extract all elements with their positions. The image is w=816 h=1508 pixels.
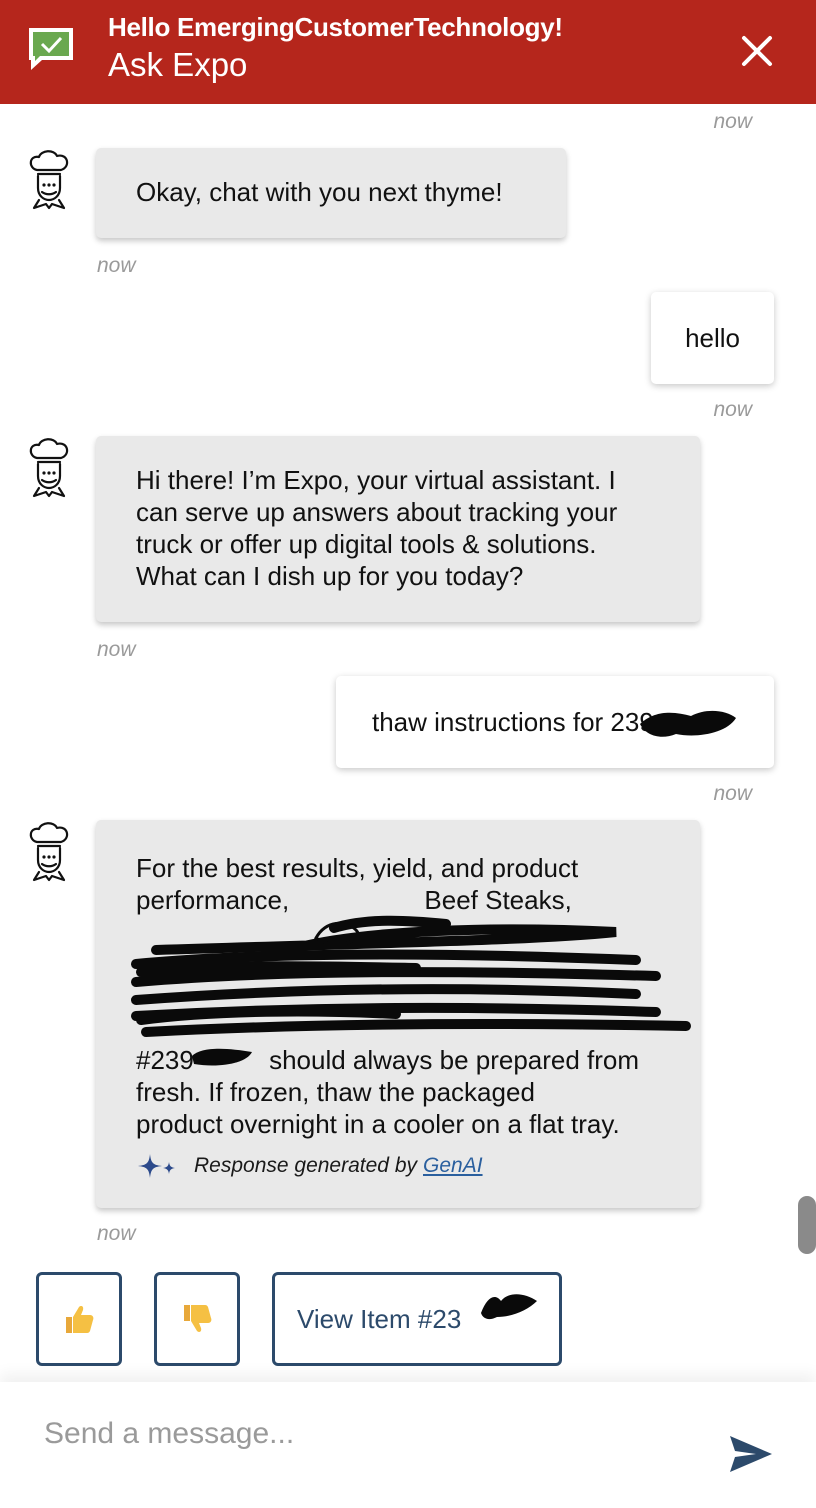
- view-item-button[interactable]: View Item #23: [272, 1272, 562, 1366]
- message-line: product overnight in a cooler on a flat …: [136, 1109, 620, 1139]
- close-icon[interactable]: [734, 28, 780, 74]
- message-text: thaw instructions for 239: [372, 707, 654, 737]
- chat-scrollbar[interactable]: [798, 1196, 816, 1254]
- message-line: Hi there! I’m Expo, your virtual assista…: [136, 465, 616, 495]
- user-message: hello: [651, 292, 774, 384]
- message-line: What can I dish up for you today?: [136, 561, 524, 591]
- chef-avatar-icon: [29, 150, 69, 210]
- chef-avatar-icon: [29, 438, 69, 498]
- timestamp: now: [713, 398, 752, 421]
- genai-prefix: Response generated by: [194, 1154, 417, 1177]
- bot-message: Hi there! I’m Expo, your virtual assista…: [96, 436, 700, 622]
- message-text: Okay, chat with you next thyme!: [136, 177, 503, 207]
- thumbs-down-button[interactable]: [154, 1272, 240, 1366]
- send-icon[interactable]: [726, 1432, 774, 1476]
- message-line: #239 should always be prepared from: [136, 1045, 640, 1075]
- bot-message: Okay, chat with you next thyme!: [96, 148, 566, 238]
- message-line: truck or offer up digital tools & soluti…: [136, 529, 597, 559]
- chef-avatar-icon: [29, 822, 69, 882]
- timestamp: now: [713, 782, 752, 805]
- chat-check-icon: [29, 28, 73, 70]
- genai-link[interactable]: GenAI: [423, 1150, 483, 1182]
- message-text: hello: [685, 323, 740, 353]
- bot-message: For the best results, yield, and product…: [96, 820, 700, 1208]
- timestamp: now: [97, 638, 136, 661]
- header-title: Ask Expo: [108, 46, 248, 83]
- header-greeting: Hello EmergingCustomerTechnology!: [108, 12, 563, 42]
- timestamp: now: [97, 254, 136, 277]
- redacted-product-name: [136, 916, 660, 1044]
- chat-header: Hello EmergingCustomerTechnology! Ask Ex…: [0, 0, 816, 104]
- timestamp: now: [713, 110, 752, 133]
- message-line: fresh. If frozen, thaw the packaged: [136, 1077, 535, 1107]
- view-item-label: View Item #23: [297, 1303, 462, 1334]
- thumbs-up-icon: [66, 1306, 94, 1333]
- message-composer: [0, 1382, 816, 1508]
- message-line: For the best results, yield, and product: [136, 853, 579, 883]
- message-line: can serve up answers about tracking your: [136, 497, 618, 527]
- user-message: thaw instructions for 239: [336, 676, 774, 768]
- message-input[interactable]: [44, 1410, 684, 1458]
- message-line: performance, Beef Steaks,: [136, 885, 572, 915]
- thumbs-up-button[interactable]: [36, 1272, 122, 1366]
- thumbs-down-icon: [184, 1305, 212, 1332]
- redaction-scribble: [481, 1294, 537, 1320]
- genai-note: Response generated by GenAI: [136, 1150, 660, 1182]
- timestamp: now: [97, 1222, 136, 1245]
- sparkle-icon: [138, 1154, 175, 1178]
